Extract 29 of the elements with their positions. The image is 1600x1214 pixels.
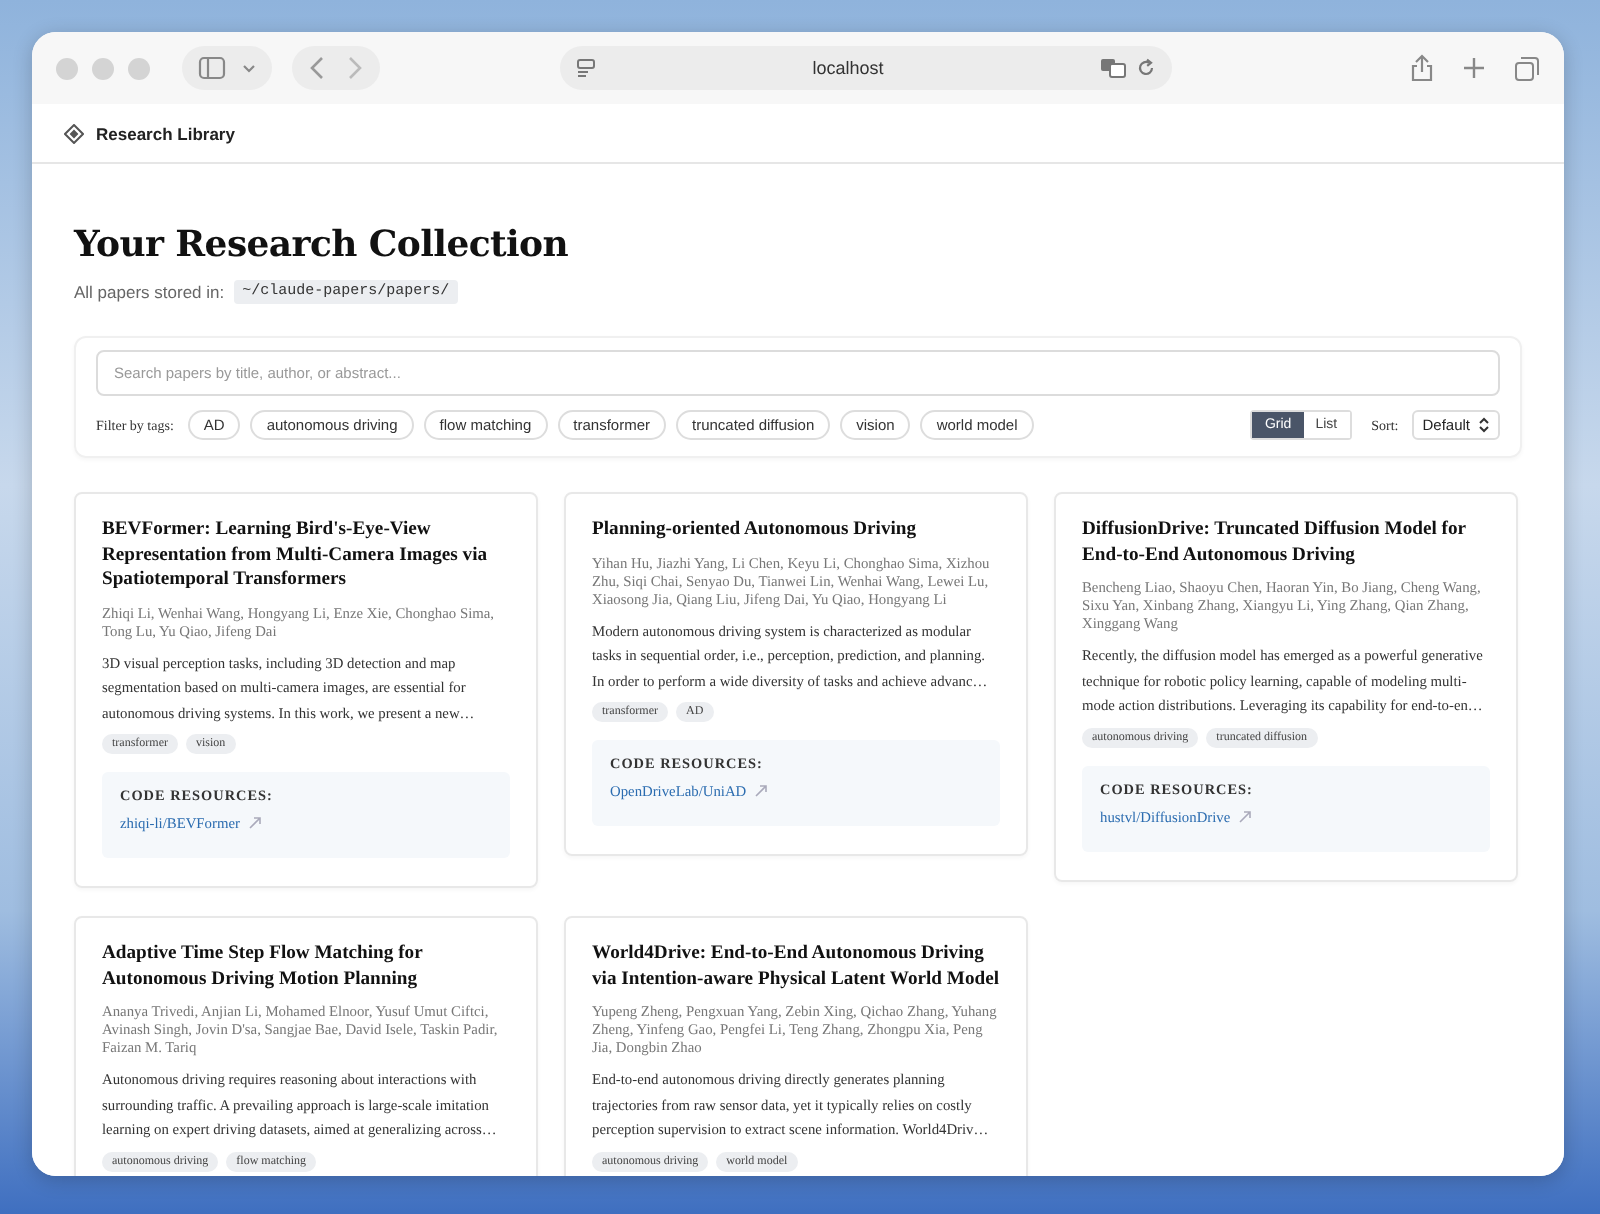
paper-card[interactable] [1054,492,1518,881]
paper-card[interactable] [564,916,1028,1176]
tabs-overview-icon[interactable] [1514,55,1540,81]
paper-title: Planning-oriented Autonomous Driving [592,518,919,543]
translate-icon[interactable] [1100,58,1126,78]
external-link-icon [247,816,262,830]
paper-card[interactable] [74,916,538,1176]
url-text: localhost [810,58,886,78]
up-down-chevron-icon [1478,416,1490,434]
diamond-logo-icon [64,123,84,143]
paper-title: World4Drive: End-to-End Autonomous Driving via Intention-aware Physical Latent World Model [592,942,1000,992]
new-tab-icon[interactable] [1462,56,1486,80]
reload-icon[interactable] [1136,58,1156,78]
paper-card[interactable] [74,492,538,888]
paper-title: DiffusionDrive: Truncated Diffusion Model for End-to-End Autonomous Driving [1082,518,1468,568]
storage-label: All papers stored in: [74,282,225,302]
page-title: Your Research Collection [74,224,571,266]
back-icon[interactable] [308,56,328,80]
address-bar[interactable]: localhost [560,46,1172,90]
external-link-icon [754,784,769,798]
paper-title: BEVFormer: Learning Bird's-Eye-View Representation from Multi-Camera Images via Spatiotemporal Transformers [102,518,490,593]
brand-name[interactable]: Research Library [96,123,235,143]
share-icon[interactable] [1410,54,1434,82]
external-link-icon [1238,809,1253,823]
sidebar-icon[interactable] [198,56,226,80]
page-icon [576,58,596,78]
chevron-down-icon[interactable] [242,63,256,73]
paper-card[interactable] [564,492,1028,856]
paper-title: Adaptive Time Step Flow Matching for Autonomous Driving Motion Planning [102,942,425,992]
